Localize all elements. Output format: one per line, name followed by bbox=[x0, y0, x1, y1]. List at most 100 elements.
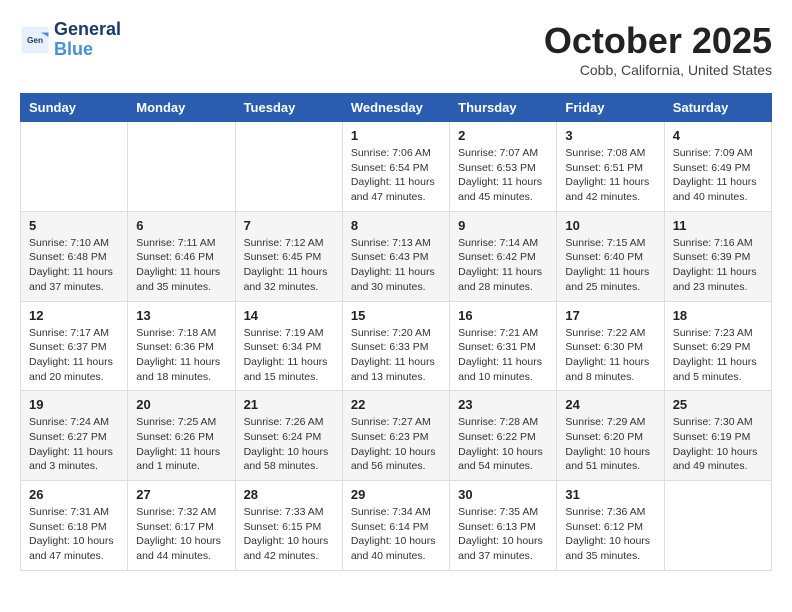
day-number: 14 bbox=[244, 308, 334, 323]
day-info: Sunrise: 7:31 AM Sunset: 6:18 PM Dayligh… bbox=[29, 505, 119, 564]
day-number: 29 bbox=[351, 487, 441, 502]
calendar-cell: 14 Sunrise: 7:19 AM Sunset: 6:34 PM Dayli… bbox=[235, 301, 342, 391]
day-info: Sunrise: 7:18 AM Sunset: 6:36 PM Dayligh… bbox=[136, 326, 226, 385]
month-title: October 2025 bbox=[544, 20, 772, 62]
header-cell-wednesday: Wednesday bbox=[342, 94, 449, 122]
calendar-cell: 15Sunrise: 7:20 AM Sunset: 6:33 PM Dayli… bbox=[342, 301, 449, 391]
logo-icon: Gen bbox=[20, 25, 50, 55]
calendar-cell: 20 Sunrise: 7:25 AM Sunset: 6:26 PM Dayli… bbox=[128, 391, 235, 481]
calendar-cell: 5 Sunrise: 7:10 AM Sunset: 6:48 PM Daylig… bbox=[21, 211, 128, 301]
calendar-cell: 10Sunrise: 7:15 AM Sunset: 6:40 PM Dayli… bbox=[557, 211, 664, 301]
day-info: Sunrise: 7:33 AM Sunset: 6:15 PM Dayligh… bbox=[244, 505, 334, 564]
calendar-cell: 11 Sunrise: 7:16 AM Sunset: 6:39 PM Dayli… bbox=[664, 211, 771, 301]
calendar-week-2: 5 Sunrise: 7:10 AM Sunset: 6:48 PM Daylig… bbox=[21, 211, 772, 301]
calendar-cell: 16Sunrise: 7:21 AM Sunset: 6:31 PM Dayli… bbox=[450, 301, 557, 391]
day-number: 6 bbox=[136, 218, 226, 233]
day-number: 17 bbox=[565, 308, 655, 323]
calendar-cell bbox=[235, 122, 342, 212]
day-info: Sunrise: 7:29 AM Sunset: 6:20 PM Dayligh… bbox=[565, 415, 655, 474]
day-info: Sunrise: 7:17 AM Sunset: 6:37 PM Dayligh… bbox=[29, 326, 119, 385]
header-cell-saturday: Saturday bbox=[664, 94, 771, 122]
title-block: October 2025 Cobb, California, United St… bbox=[544, 20, 772, 78]
day-info: Sunrise: 7:09 AM Sunset: 6:49 PM Dayligh… bbox=[673, 146, 763, 205]
calendar-week-4: 19 Sunrise: 7:24 AM Sunset: 6:27 PM Dayli… bbox=[21, 391, 772, 481]
calendar-cell bbox=[664, 481, 771, 571]
day-number: 24 bbox=[565, 397, 655, 412]
header-cell-monday: Monday bbox=[128, 94, 235, 122]
day-info: Sunrise: 7:16 AM Sunset: 6:39 PM Dayligh… bbox=[673, 236, 763, 295]
calendar-cell bbox=[21, 122, 128, 212]
day-number: 25 bbox=[673, 397, 763, 412]
day-info: Sunrise: 7:15 AM Sunset: 6:40 PM Dayligh… bbox=[565, 236, 655, 295]
calendar-cell: 17 Sunrise: 7:22 AM Sunset: 6:30 PM Dayli… bbox=[557, 301, 664, 391]
svg-text:Gen: Gen bbox=[27, 36, 43, 45]
day-number: 3 bbox=[565, 128, 655, 143]
day-number: 9 bbox=[458, 218, 548, 233]
calendar-cell: 28 Sunrise: 7:33 AM Sunset: 6:15 PM Dayli… bbox=[235, 481, 342, 571]
calendar-cell: 29Sunrise: 7:34 AM Sunset: 6:14 PM Dayli… bbox=[342, 481, 449, 571]
calendar-cell: 23 Sunrise: 7:28 AM Sunset: 6:22 PM Dayli… bbox=[450, 391, 557, 481]
day-info: Sunrise: 7:27 AM Sunset: 6:23 PM Dayligh… bbox=[351, 415, 441, 474]
day-info: Sunrise: 7:10 AM Sunset: 6:48 PM Dayligh… bbox=[29, 236, 119, 295]
calendar-cell: 31Sunrise: 7:36 AM Sunset: 6:12 PM Dayli… bbox=[557, 481, 664, 571]
day-info: Sunrise: 7:12 AM Sunset: 6:45 PM Dayligh… bbox=[244, 236, 334, 295]
day-info: Sunrise: 7:11 AM Sunset: 6:46 PM Dayligh… bbox=[136, 236, 226, 295]
day-info: Sunrise: 7:25 AM Sunset: 6:26 PM Dayligh… bbox=[136, 415, 226, 474]
calendar-cell: 12 Sunrise: 7:17 AM Sunset: 6:37 PM Dayli… bbox=[21, 301, 128, 391]
calendar-table: SundayMondayTuesdayWednesdayThursdayFrid… bbox=[20, 93, 772, 571]
page-header: Gen General Blue October 2025 Cobb, Cali… bbox=[20, 20, 772, 78]
day-info: Sunrise: 7:22 AM Sunset: 6:30 PM Dayligh… bbox=[565, 326, 655, 385]
calendar-cell: 2Sunrise: 7:07 AM Sunset: 6:53 PM Daylig… bbox=[450, 122, 557, 212]
day-number: 30 bbox=[458, 487, 548, 502]
day-number: 21 bbox=[244, 397, 334, 412]
day-number: 11 bbox=[673, 218, 763, 233]
day-info: Sunrise: 7:30 AM Sunset: 6:19 PM Dayligh… bbox=[673, 415, 763, 474]
day-info: Sunrise: 7:36 AM Sunset: 6:12 PM Dayligh… bbox=[565, 505, 655, 564]
day-info: Sunrise: 7:24 AM Sunset: 6:27 PM Dayligh… bbox=[29, 415, 119, 474]
day-number: 19 bbox=[29, 397, 119, 412]
calendar-cell: 30 Sunrise: 7:35 AM Sunset: 6:13 PM Dayli… bbox=[450, 481, 557, 571]
calendar-cell: 27Sunrise: 7:32 AM Sunset: 6:17 PM Dayli… bbox=[128, 481, 235, 571]
location: Cobb, California, United States bbox=[544, 62, 772, 78]
header-cell-friday: Friday bbox=[557, 94, 664, 122]
calendar-cell: 9 Sunrise: 7:14 AM Sunset: 6:42 PM Daylig… bbox=[450, 211, 557, 301]
day-number: 23 bbox=[458, 397, 548, 412]
calendar-cell: 22 Sunrise: 7:27 AM Sunset: 6:23 PM Dayli… bbox=[342, 391, 449, 481]
calendar-week-3: 12 Sunrise: 7:17 AM Sunset: 6:37 PM Dayli… bbox=[21, 301, 772, 391]
calendar-header: SundayMondayTuesdayWednesdayThursdayFrid… bbox=[21, 94, 772, 122]
logo: Gen General Blue bbox=[20, 20, 121, 60]
header-cell-sunday: Sunday bbox=[21, 94, 128, 122]
day-info: Sunrise: 7:19 AM Sunset: 6:34 PM Dayligh… bbox=[244, 326, 334, 385]
day-number: 1 bbox=[351, 128, 441, 143]
day-number: 12 bbox=[29, 308, 119, 323]
calendar-cell: 7 Sunrise: 7:12 AM Sunset: 6:45 PM Daylig… bbox=[235, 211, 342, 301]
day-number: 15 bbox=[351, 308, 441, 323]
day-info: Sunrise: 7:26 AM Sunset: 6:24 PM Dayligh… bbox=[244, 415, 334, 474]
day-number: 22 bbox=[351, 397, 441, 412]
calendar-cell: 13 Sunrise: 7:18 AM Sunset: 6:36 PM Dayli… bbox=[128, 301, 235, 391]
day-number: 5 bbox=[29, 218, 119, 233]
logo-text: General Blue bbox=[54, 20, 121, 60]
calendar-cell: 21 Sunrise: 7:26 AM Sunset: 6:24 PM Dayli… bbox=[235, 391, 342, 481]
header-row: SundayMondayTuesdayWednesdayThursdayFrid… bbox=[21, 94, 772, 122]
calendar-cell: 6 Sunrise: 7:11 AM Sunset: 6:46 PM Daylig… bbox=[128, 211, 235, 301]
day-number: 16 bbox=[458, 308, 548, 323]
calendar-cell: 8Sunrise: 7:13 AM Sunset: 6:43 PM Daylig… bbox=[342, 211, 449, 301]
calendar-cell: 3Sunrise: 7:08 AM Sunset: 6:51 PM Daylig… bbox=[557, 122, 664, 212]
calendar-cell: 4Sunrise: 7:09 AM Sunset: 6:49 PM Daylig… bbox=[664, 122, 771, 212]
calendar-cell: 1 Sunrise: 7:06 AM Sunset: 6:54 PM Daylig… bbox=[342, 122, 449, 212]
day-number: 28 bbox=[244, 487, 334, 502]
day-info: Sunrise: 7:28 AM Sunset: 6:22 PM Dayligh… bbox=[458, 415, 548, 474]
calendar-cell: 19 Sunrise: 7:24 AM Sunset: 6:27 PM Dayli… bbox=[21, 391, 128, 481]
day-number: 13 bbox=[136, 308, 226, 323]
day-info: Sunrise: 7:35 AM Sunset: 6:13 PM Dayligh… bbox=[458, 505, 548, 564]
day-number: 20 bbox=[136, 397, 226, 412]
day-number: 27 bbox=[136, 487, 226, 502]
day-number: 7 bbox=[244, 218, 334, 233]
day-info: Sunrise: 7:14 AM Sunset: 6:42 PM Dayligh… bbox=[458, 236, 548, 295]
calendar-cell: 18Sunrise: 7:23 AM Sunset: 6:29 PM Dayli… bbox=[664, 301, 771, 391]
day-info: Sunrise: 7:06 AM Sunset: 6:54 PM Dayligh… bbox=[351, 146, 441, 205]
calendar-body: 1 Sunrise: 7:06 AM Sunset: 6:54 PM Daylig… bbox=[21, 122, 772, 571]
calendar-cell: 24 Sunrise: 7:29 AM Sunset: 6:20 PM Dayli… bbox=[557, 391, 664, 481]
day-number: 2 bbox=[458, 128, 548, 143]
